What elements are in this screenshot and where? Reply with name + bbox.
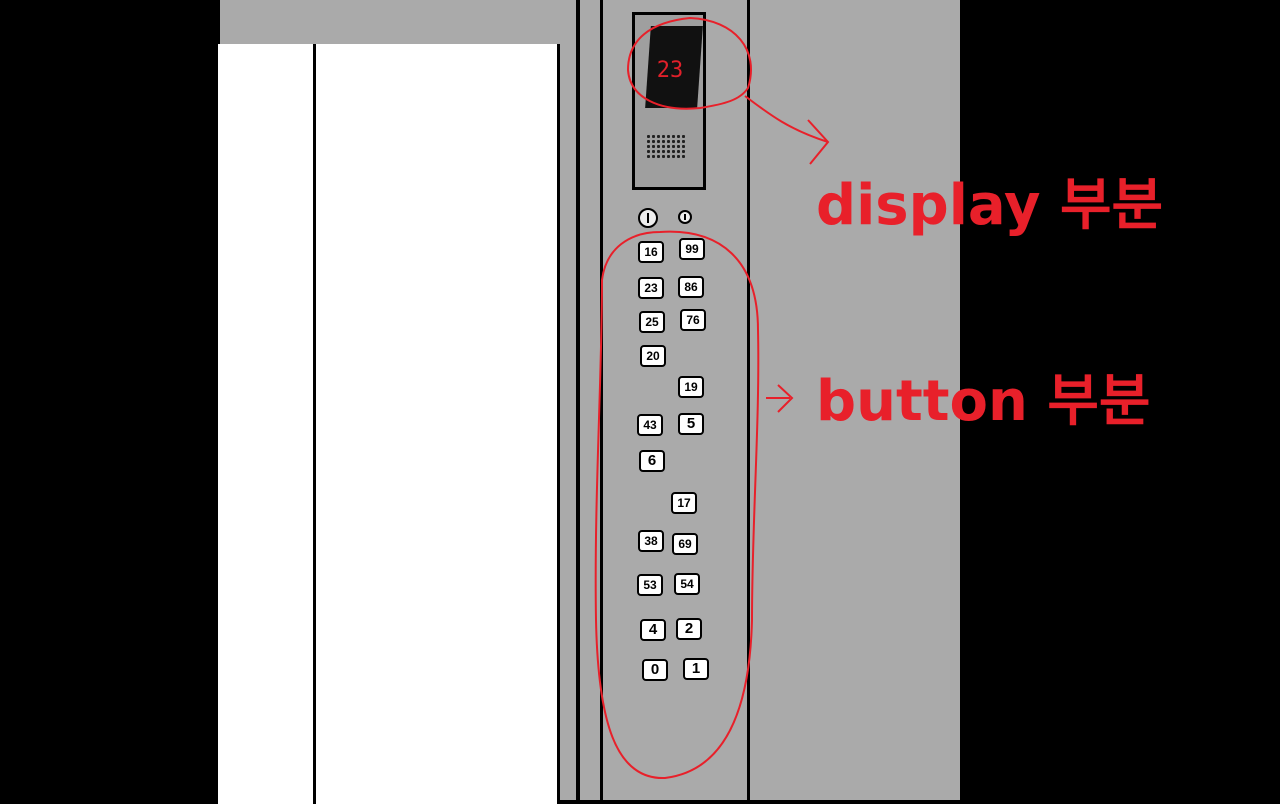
button-pointer-arrow xyxy=(766,384,794,413)
display-highlight-circle xyxy=(626,16,752,110)
display-annotation-label: display 부분 xyxy=(816,173,1164,238)
button-highlight-circle xyxy=(594,230,760,780)
button-annotation-label: button 부분 xyxy=(816,369,1151,434)
display-pointer-arrow xyxy=(744,95,830,165)
